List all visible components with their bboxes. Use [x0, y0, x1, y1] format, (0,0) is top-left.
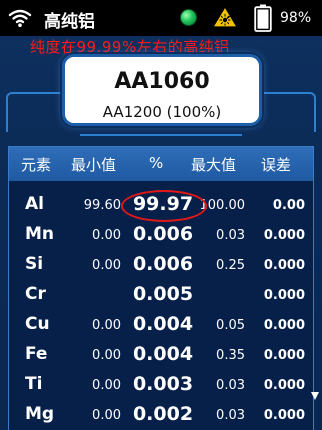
- percent-value: 0.006: [132, 253, 194, 275]
- min-value: 0.00: [92, 378, 121, 393]
- error-value: 0.000: [263, 378, 305, 393]
- max-value: 0.03: [216, 378, 245, 393]
- percent-value: 0.005: [132, 283, 194, 305]
- header-max: 最大值: [191, 156, 237, 174]
- element-symbol: Al: [25, 194, 44, 214]
- header-element: 元素: [21, 156, 52, 174]
- composition-table[interactable]: 元素 最小值 % 最大值 误差 Al 99.60 99.97 100.00 0.…: [8, 146, 314, 430]
- error-value: 0.000: [263, 348, 305, 363]
- percent-value: 0.004: [132, 343, 194, 365]
- frame-line-right: [262, 92, 316, 132]
- wifi-icon: [8, 9, 32, 27]
- error-value: 0.000: [263, 288, 305, 303]
- table-header: 元素 最小值 % 最大值 误差: [9, 147, 313, 181]
- percent-value: 0.003: [132, 373, 194, 395]
- min-value: 0.00: [92, 318, 121, 333]
- percent-value: 0.002: [132, 403, 194, 425]
- table-row: Cr 0.005 0.000: [9, 281, 313, 311]
- analyzer-screen: 高纯铝 98% 纯度在99.99%左右的高纯铝 AA1060 AA1200 (1…: [0, 0, 322, 430]
- grade-secondary: AA1200 (100%): [102, 103, 222, 121]
- header-percent: %: [149, 154, 164, 172]
- error-value: 0.000: [263, 258, 305, 273]
- max-value: 0.03: [216, 408, 245, 423]
- element-symbol: Mn: [25, 224, 55, 244]
- element-symbol: Si: [25, 254, 44, 274]
- element-symbol: Ti: [25, 374, 43, 394]
- element-symbol: Cu: [25, 314, 50, 334]
- min-value: 0.00: [92, 408, 121, 423]
- min-value: 0.00: [92, 348, 121, 363]
- header-error: 误差: [261, 156, 292, 174]
- percent-value: 0.004: [132, 313, 194, 335]
- table-row: Cu 0.00 0.004 0.05 0.000: [9, 311, 313, 341]
- status-bar: 高纯铝 98%: [0, 0, 322, 36]
- header-min: 最小值: [71, 156, 117, 174]
- error-value: 0.00: [272, 198, 305, 213]
- min-value: 0.00: [92, 228, 121, 243]
- element-symbol: Cr: [25, 284, 46, 304]
- error-value: 0.000: [263, 318, 305, 333]
- max-value: 0.03: [216, 228, 245, 243]
- table-row: Ti 0.00 0.003 0.03 0.000: [9, 371, 313, 401]
- grade-primary: AA1060: [114, 69, 210, 94]
- error-value: 0.000: [263, 408, 305, 423]
- table-row: Fe 0.00 0.004 0.35 0.000: [9, 341, 313, 371]
- percent-value: 0.006: [132, 223, 194, 245]
- table-row: Mg 0.00 0.002 0.03 0.000: [9, 401, 313, 430]
- app-title: 高纯铝: [44, 12, 95, 32]
- grade-result-box[interactable]: AA1060 AA1200 (100%): [62, 54, 262, 126]
- frame-line-bottom: [80, 134, 242, 138]
- table-row: Si 0.00 0.006 0.25 0.000: [9, 251, 313, 281]
- element-symbol: Fe: [25, 344, 48, 364]
- max-value: 0.25: [216, 258, 245, 273]
- min-value: 99.60: [83, 198, 121, 213]
- min-value: 0.00: [92, 258, 121, 273]
- element-symbol: Mg: [25, 404, 55, 424]
- table-row: Mn 0.00 0.006 0.03 0.000: [9, 221, 313, 251]
- status-led-icon: [180, 9, 197, 26]
- scroll-down-icon[interactable]: [310, 390, 320, 402]
- error-value: 0.000: [263, 228, 305, 243]
- frame-line-left: [6, 92, 62, 132]
- max-value: 0.35: [216, 348, 245, 363]
- battery-icon: [254, 4, 272, 32]
- laser-warning-icon: [212, 6, 238, 28]
- max-value: 0.05: [216, 318, 245, 333]
- battery-percentage: 98%: [280, 10, 312, 26]
- highlight-circle: [121, 190, 207, 222]
